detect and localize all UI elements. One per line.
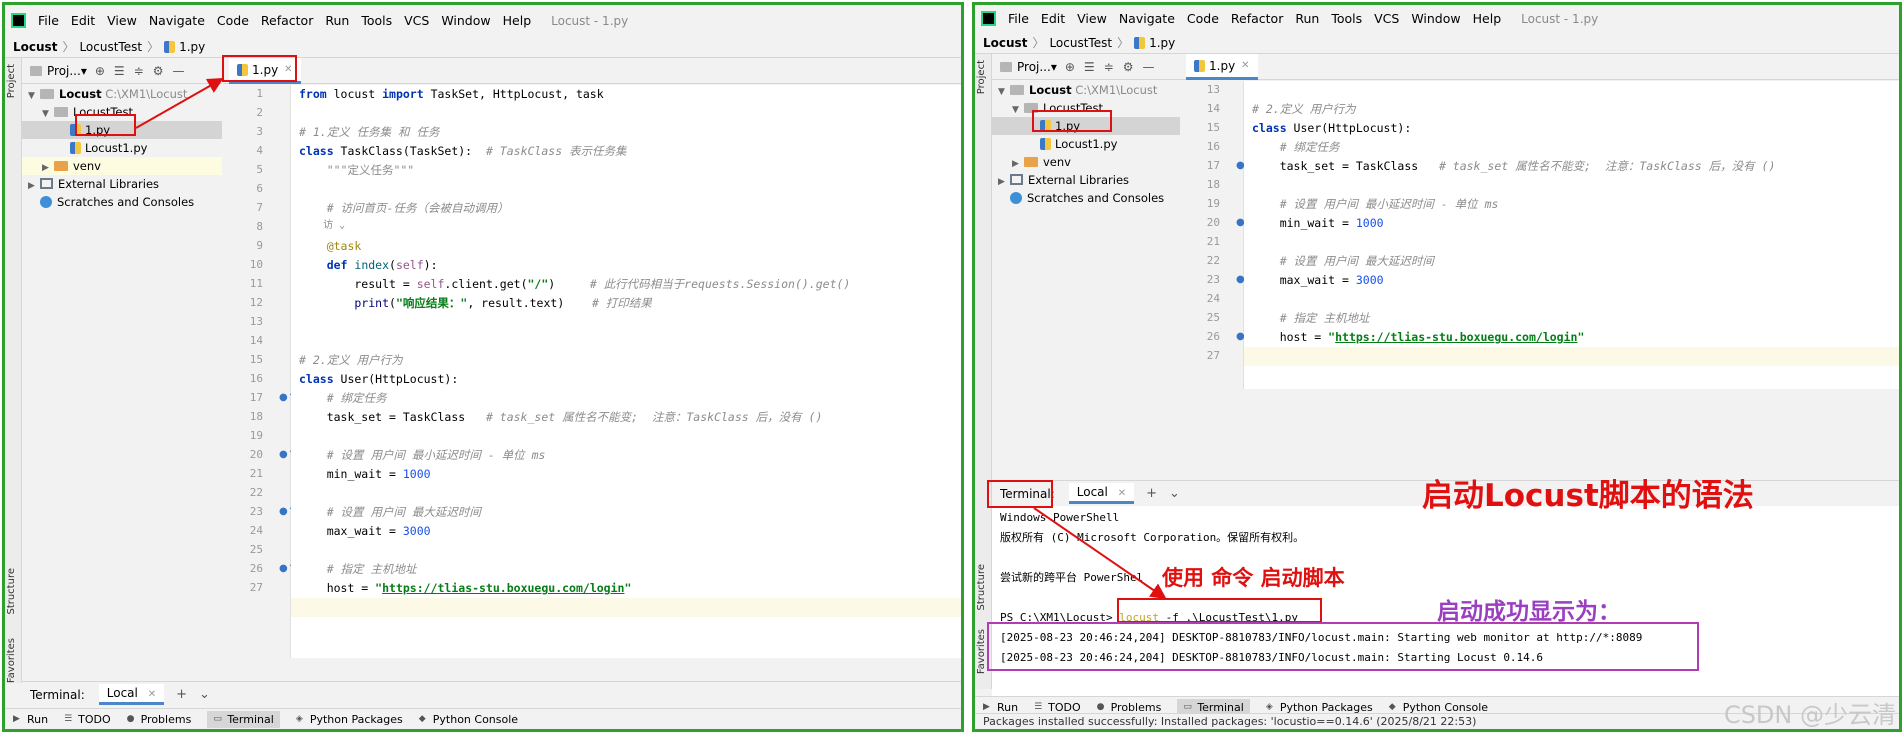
watermark: CSDN @少云清 <box>1723 701 1896 729</box>
arrow-file-to-tab <box>135 78 224 129</box>
annotation-syntax-title: 启动Locust脚本的语法 <box>1422 478 1754 514</box>
annotation-success: 启动成功显示为： <box>1437 599 1621 625</box>
arrow-terminal-to-command <box>1033 507 1167 600</box>
annotation-use-command: 使用 命令 启动脚本 <box>1162 566 1345 590</box>
